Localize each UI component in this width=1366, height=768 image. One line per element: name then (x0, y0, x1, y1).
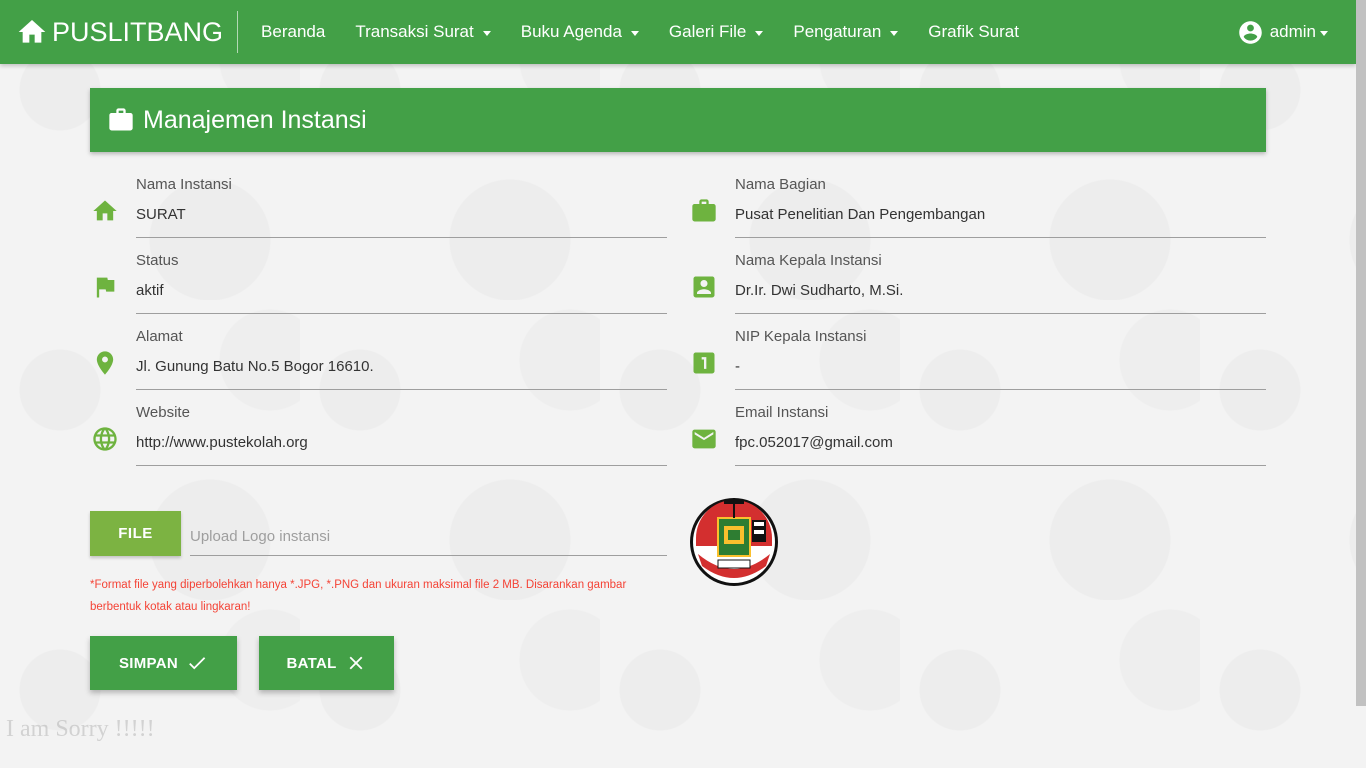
page-title: Manajemen Instansi (143, 105, 367, 134)
status-input[interactable]: aktif (136, 282, 164, 299)
field-underline (735, 313, 1266, 314)
number-one-icon (689, 348, 719, 378)
briefcase-icon (689, 196, 719, 226)
brand-name: PUSLITBANG (52, 16, 224, 47)
field-underline (136, 465, 667, 466)
field-label: Email Instansi (735, 404, 829, 421)
nav-item-label: Pengaturan (793, 22, 882, 41)
close-icon (349, 656, 362, 670)
scrollbar[interactable] (1356, 0, 1366, 706)
footer-text: I am Sorry !!!!! (6, 716, 155, 742)
user-menu[interactable]: admin (1237, 0, 1328, 64)
file-upload-button[interactable]: FILE (90, 511, 181, 556)
briefcase-icon (109, 108, 133, 131)
alamat-input[interactable]: Jl. Gunung Batu No.5 Bogor 16610. (136, 358, 374, 375)
upload-logo-input[interactable] (190, 518, 667, 556)
field-nip-kepala[interactable]: NIP Kepala Instansi - (689, 328, 1266, 398)
account-circle-icon (1238, 20, 1262, 44)
caret-down-icon (1320, 30, 1328, 36)
field-website[interactable]: Website http://www.pustekolah.org (90, 404, 667, 474)
field-label: Nama Instansi (136, 176, 232, 193)
field-label: Alamat (136, 328, 183, 345)
nav-item-pengaturan[interactable]: Pengaturan (778, 0, 913, 64)
field-nama-instansi[interactable]: Nama Instansi SURAT (90, 176, 667, 246)
caret-down-icon (755, 30, 764, 36)
email-input[interactable]: fpc.052017@gmail.com (735, 434, 893, 451)
mail-icon (689, 424, 719, 454)
nama-bagian-input[interactable]: Pusat Penelitian Dan Pengembangan (735, 206, 985, 223)
nav-item-label: Beranda (261, 22, 326, 41)
institution-logo (690, 498, 778, 586)
field-status[interactable]: Status aktif (90, 252, 667, 322)
panel-header: Manajemen Instansi (90, 88, 1266, 152)
field-label: NIP Kepala Instansi (735, 328, 867, 345)
contact-card-icon (689, 272, 719, 302)
cancel-button[interactable]: BATAL (259, 636, 394, 690)
check-icon (189, 657, 206, 670)
brand[interactable]: PUSLITBANG (0, 11, 239, 53)
caret-down-icon (482, 30, 491, 36)
field-label: Nama Bagian (735, 176, 826, 193)
caret-down-icon (890, 30, 899, 36)
user-name: admin (1269, 22, 1316, 41)
nav-item-label: Buku Agenda (520, 22, 622, 41)
save-button-label: SIMPAN (118, 654, 179, 672)
field-underline (735, 465, 1266, 466)
caret-down-icon (630, 30, 639, 36)
nav-item-label: Transaksi Surat (355, 22, 474, 41)
flag-icon (90, 272, 120, 302)
navbar: PUSLITBANG Beranda Transaksi Surat Buku … (0, 0, 1356, 64)
website-input[interactable]: http://www.pustekolah.org (136, 434, 308, 451)
location-pin-icon (90, 348, 120, 378)
nama-kepala-input[interactable]: Dr.Ir. Dwi Sudharto, M.Si. (735, 282, 903, 299)
field-underline (735, 237, 1266, 238)
nip-kepala-input[interactable]: - (735, 358, 740, 375)
field-underline (136, 237, 667, 238)
nav-item-label: Grafik Surat (928, 22, 1019, 41)
home-icon (18, 20, 46, 43)
field-label: Website (136, 404, 190, 421)
field-label: Status (136, 252, 179, 269)
nama-instansi-input[interactable]: SURAT (136, 206, 186, 223)
save-button[interactable]: SIMPAN (90, 636, 237, 690)
home-icon (90, 196, 120, 226)
field-underline (136, 389, 667, 390)
field-underline (735, 389, 1266, 390)
field-alamat[interactable]: Alamat Jl. Gunung Batu No.5 Bogor 16610. (90, 328, 667, 398)
upload-note: *Format file yang diperbolehkan hanya *.… (90, 579, 627, 613)
globe-icon (90, 424, 120, 454)
field-underline (136, 313, 667, 314)
field-label: Nama Kepala Instansi (735, 252, 882, 269)
field-nama-bagian[interactable]: Nama Bagian Pusat Penelitian Dan Pengemb… (689, 176, 1266, 246)
nav-item-label: Galeri File (668, 22, 747, 41)
nav-item-transaksi-surat[interactable]: Transaksi Surat (340, 0, 505, 64)
nav-menu: Beranda Transaksi Surat Buku Agenda Gale… (246, 0, 1034, 64)
field-email[interactable]: Email Instansi fpc.052017@gmail.com (689, 404, 1266, 474)
nav-item-buku-agenda[interactable]: Buku Agenda (506, 0, 654, 64)
cancel-button-label: BATAL (286, 654, 337, 672)
nav-item-galeri-file[interactable]: Galeri File (654, 0, 778, 64)
nav-item-beranda[interactable]: Beranda (246, 0, 340, 64)
nav-item-grafik-surat[interactable]: Grafik Surat (913, 0, 1034, 64)
field-nama-kepala[interactable]: Nama Kepala Instansi Dr.Ir. Dwi Sudharto… (689, 252, 1266, 322)
